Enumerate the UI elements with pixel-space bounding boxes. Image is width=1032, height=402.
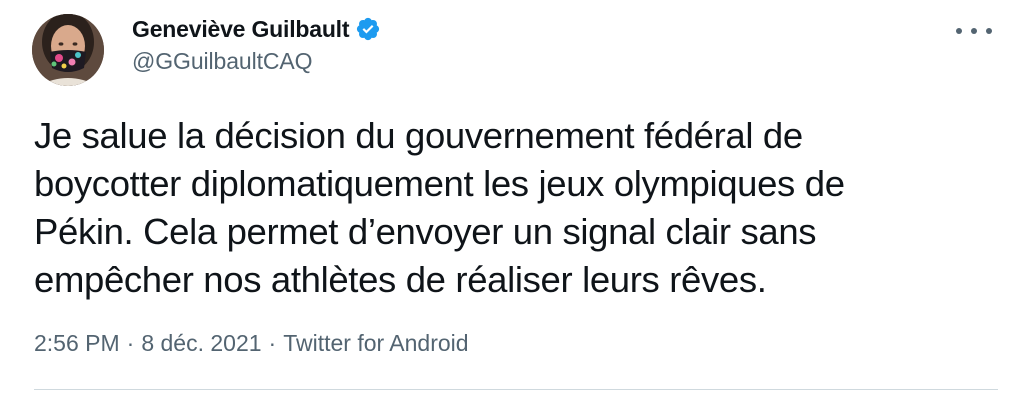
author-avatar[interactable] [32, 14, 104, 86]
author-name-row: Geneviève Guilbault [132, 12, 381, 46]
tweet-text: Je salue la décision du gouvernement féd… [34, 112, 994, 304]
tweet-card: Geneviève Guilbault @GGuilbaultCAQ Je sa… [0, 0, 1032, 402]
verified-badge-icon [355, 16, 381, 42]
tweet-time-link[interactable]: 2:56 PM [34, 330, 120, 357]
divider [34, 389, 998, 390]
tweet-text-line: Je salue la décision du gouvernement féd… [34, 115, 803, 156]
tweet-text-line: empêcher nos athlètes de réaliser leurs … [34, 259, 767, 300]
tweet-source-link[interactable]: Twitter for Android [283, 330, 468, 357]
more-options-button[interactable] [956, 24, 992, 38]
more-horizontal-icon [986, 28, 992, 34]
author-handle[interactable]: @GGuilbaultCAQ [132, 48, 381, 75]
avatar-image [32, 14, 104, 86]
tweet-metadata: 2:56 PM · 8 déc. 2021 · Twitter for Andr… [34, 330, 469, 357]
tweet-date-link[interactable]: 8 déc. 2021 [141, 330, 261, 357]
tweet-text-line: Pékin. Cela permet d’envoyer un signal c… [34, 211, 817, 252]
meta-separator: · [268, 330, 277, 356]
meta-separator: · [126, 330, 135, 356]
more-horizontal-icon [956, 28, 962, 34]
author-block: Geneviève Guilbault @GGuilbaultCAQ [132, 12, 381, 75]
more-horizontal-icon [971, 28, 977, 34]
tweet-text-line: boycotter diplomatiquement les jeux olym… [34, 163, 845, 204]
author-display-name[interactable]: Geneviève Guilbault [132, 16, 350, 43]
